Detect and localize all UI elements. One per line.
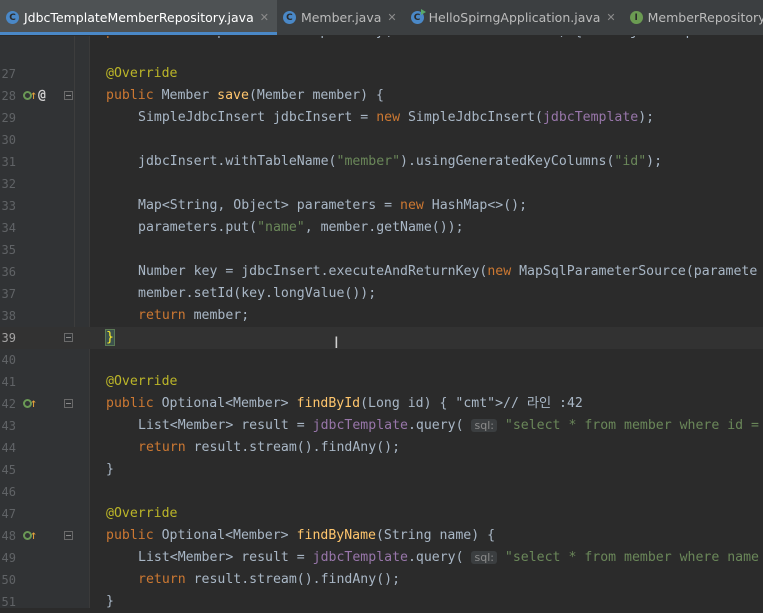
line-number: 30 <box>1 133 16 147</box>
code-line[interactable]: 39} <box>0 327 763 349</box>
editor-tab-bar: C JdbcTemplateMemberRepository.java ✕ C … <box>0 0 763 36</box>
close-icon[interactable]: ✕ <box>387 11 396 24</box>
line-number: 38 <box>1 309 16 323</box>
code-text: } <box>106 462 114 477</box>
code-text: return result.stream().findAny(); <box>138 440 401 455</box>
mouse-cursor-icon: I <box>334 333 339 352</box>
code-text: Number key = jdbcInsert.executeAndReturn… <box>138 264 758 279</box>
code-text: public Optional<Member> findByName(Strin… <box>106 528 496 543</box>
tab-hello-spirng-application[interactable]: C HelloSpirngApplication.java ✕ <box>405 0 624 35</box>
line-number: 42 <box>1 397 16 411</box>
override-annotation-icon[interactable]: @ <box>38 88 46 104</box>
code-line[interactable]: 37 member.setId(key.longValue()); <box>0 283 763 305</box>
line-number: 32 <box>1 177 16 191</box>
go-to-super-method-icon[interactable]: ↑ <box>30 87 37 103</box>
line-number: 47 <box>1 507 16 521</box>
line-number: 28 <box>1 89 16 103</box>
code-line[interactable]: 45} <box>0 459 763 481</box>
code-line[interactable]: 49 List<Member> result = jdbcTemplate.que… <box>0 547 763 569</box>
class-icon: C <box>282 11 296 24</box>
code-line[interactable]: 50 return result.stream().findAny(); <box>0 569 763 591</box>
code-text: @Override <box>106 66 178 81</box>
matched-brace: } <box>105 329 115 346</box>
code-line[interactable]: 35 <box>0 239 763 261</box>
line-number: 27 <box>1 67 16 81</box>
run-class-icon: C <box>410 9 426 24</box>
code-line[interactable]: 46 <box>0 481 763 503</box>
tab-label: Member.java <box>300 10 382 25</box>
go-to-super-method-icon[interactable]: ↑ <box>30 395 37 411</box>
fold-toggle-icon[interactable] <box>64 91 73 100</box>
code-line[interactable]: 33 Map<String, Object> parameters = new H… <box>0 195 763 217</box>
code-text: member.setId(key.longValue()); <box>138 286 377 301</box>
line-number: 39 <box>1 331 16 345</box>
code-line[interactable]: 42 ↑ public Optional<Member> findById(Long… <box>0 393 763 415</box>
inlay-hint-sql: sql: <box>471 551 497 564</box>
tab-label: MemberRepository.java <box>647 10 763 25</box>
code-line[interactable]: 32 <box>0 173 763 195</box>
line-number: 40 <box>1 353 16 367</box>
code-line[interactable]: 34 parameters.put("name", member.getName(… <box>0 217 763 239</box>
code-line[interactable]: 28 ↑ @ public Member save(Member member) { <box>0 85 763 107</box>
code-line[interactable]: 47 @Override <box>0 503 763 525</box>
close-icon[interactable]: ✕ <box>260 11 269 24</box>
line-number: 46 <box>1 485 16 499</box>
line-number: 31 <box>1 155 16 169</box>
line-number: 49 <box>1 551 16 565</box>
line-number: 45 <box>1 463 16 477</box>
code-text: public Optional<Member> findById(Long id… <box>106 396 583 411</box>
code-line[interactable]: 30 <box>0 129 763 151</box>
code-line[interactable]: 38 return member; <box>0 305 763 327</box>
code-line[interactable]: 41 @Override <box>0 371 763 393</box>
tab-jdbc-template-member-repository[interactable]: C JdbcTemplateMemberRepository.java ✕ <box>0 0 277 35</box>
tab-member-repository[interactable]: I MemberRepository.java ✕ <box>624 0 763 35</box>
fold-toggle-icon[interactable] <box>64 333 73 342</box>
line-number: 36 <box>1 265 16 279</box>
code-line[interactable]: 48 ↑ public Optional<Member> findByName(St… <box>0 525 763 547</box>
line-number: 43 <box>1 419 16 433</box>
code-line[interactable]: 44 return result.stream().findAny(); <box>0 437 763 459</box>
code-text: return member; <box>138 308 250 323</box>
code-text: jdbcInsert.withTableName("member").using… <box>138 154 663 169</box>
line-number: 50 <box>1 573 16 587</box>
code-text: public Member save(Member member) { <box>106 88 384 103</box>
code-text: @Override <box>106 374 178 389</box>
code-text: Map<String, Object> parameters = new Has… <box>138 198 528 213</box>
code-line[interactable]: 31 jdbcInsert.withTableName("member").usi… <box>0 151 763 173</box>
code-line[interactable]: 27 @Override <box>0 63 763 85</box>
code-text: } <box>105 329 115 346</box>
code-text: return result.stream().findAny(); <box>138 572 401 587</box>
code-text: List<Member> result = jdbcTemplate.query… <box>138 550 759 565</box>
fold-toggle-icon[interactable] <box>64 399 73 408</box>
code-text: List<Member> result = jdbcTemplate.query… <box>138 418 759 433</box>
inlay-hint-sql: sql: <box>471 419 497 432</box>
code-text: SimpleJdbcInsert jdbcInsert = new Simple… <box>138 110 655 125</box>
line-number: 48 <box>1 529 16 543</box>
code-line[interactable]: 40 <box>0 349 763 371</box>
close-icon[interactable]: ✕ <box>606 11 615 24</box>
go-to-super-method-icon[interactable]: ↑ <box>30 527 37 543</box>
line-number: 37 <box>1 287 16 301</box>
line-number: 35 <box>1 243 16 257</box>
fold-toggle-icon[interactable] <box>64 531 73 540</box>
tab-label: JdbcTemplateMemberRepository.java <box>24 10 254 25</box>
tab-label: HelloSpirngApplication.java <box>428 10 601 25</box>
interface-icon: I <box>629 11 643 24</box>
tab-member[interactable]: C Member.java ✕ <box>277 0 405 35</box>
line-number: 29 <box>1 111 16 125</box>
code-line[interactable]: 29 SimpleJdbcInsert jdbcInsert = new Simp… <box>0 107 763 129</box>
line-number: 34 <box>1 221 16 235</box>
line-number: 33 <box>1 199 16 213</box>
code-line[interactable]: 51} <box>0 591 763 613</box>
code-line[interactable]: 43 List<Member> result = jdbcTemplate.que… <box>0 415 763 437</box>
line-number: 41 <box>1 375 16 389</box>
class-icon: C <box>6 11 19 24</box>
code-text: @Override <box>106 506 178 521</box>
line-number: 44 <box>1 441 16 455</box>
code-line[interactable]: 36 Number key = jdbcInsert.executeAndRetu… <box>0 261 763 283</box>
code-text: parameters.put("name", member.getName())… <box>138 220 464 235</box>
